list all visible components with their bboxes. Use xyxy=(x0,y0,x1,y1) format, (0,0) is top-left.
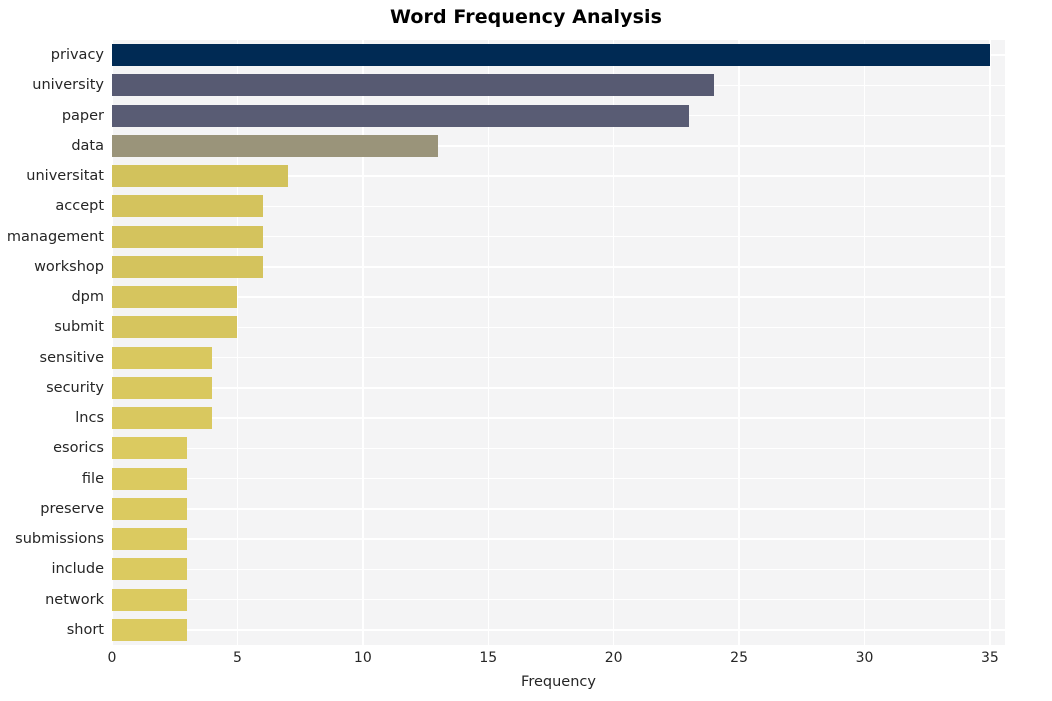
y-tick-label: submit xyxy=(54,319,104,336)
y-axis-tick-labels: privacy university paper data universitat acc… xyxy=(0,40,1052,645)
y-tick-label: network xyxy=(45,591,104,608)
chart-figure: Word Frequency Analysis privacy universit… xyxy=(0,0,1052,701)
y-tick-label: management xyxy=(6,228,104,245)
y-tick-label: dpm xyxy=(71,289,104,306)
x-tick-label: 0 xyxy=(107,650,117,666)
x-tick-label: 20 xyxy=(604,650,623,666)
y-tick-label: esorics xyxy=(53,440,104,457)
y-tick-label: include xyxy=(51,561,104,578)
y-tick-label: paper xyxy=(61,107,104,124)
y-tick-label: security xyxy=(46,379,104,396)
y-tick-label: data xyxy=(71,137,104,154)
x-axis-label: Frequency xyxy=(521,674,596,690)
x-tick-label: 10 xyxy=(353,650,372,666)
y-tick-label: file xyxy=(81,470,104,487)
y-tick-label: lncs xyxy=(75,410,104,427)
x-tick-label: 35 xyxy=(981,650,999,666)
x-tick-label: 15 xyxy=(479,650,498,666)
y-tick-label: short xyxy=(66,621,104,638)
y-tick-label: preserve xyxy=(40,500,104,517)
y-tick-label: accept xyxy=(55,198,104,215)
y-tick-label: submissions xyxy=(15,531,104,548)
x-tick-label: 5 xyxy=(232,650,242,666)
x-axis-tick-labels: 0 5 10 15 20 25 30 35 xyxy=(0,650,1052,674)
chart-title: Word Frequency Analysis xyxy=(389,6,663,28)
y-tick-label: university xyxy=(32,77,104,94)
y-tick-label: universitat xyxy=(26,168,104,185)
y-tick-label: privacy xyxy=(50,47,104,64)
y-tick-label: sensitive xyxy=(39,349,104,366)
y-tick-label: workshop xyxy=(34,258,104,275)
x-tick-label: 25 xyxy=(730,650,749,666)
x-tick-label: 30 xyxy=(855,650,874,666)
